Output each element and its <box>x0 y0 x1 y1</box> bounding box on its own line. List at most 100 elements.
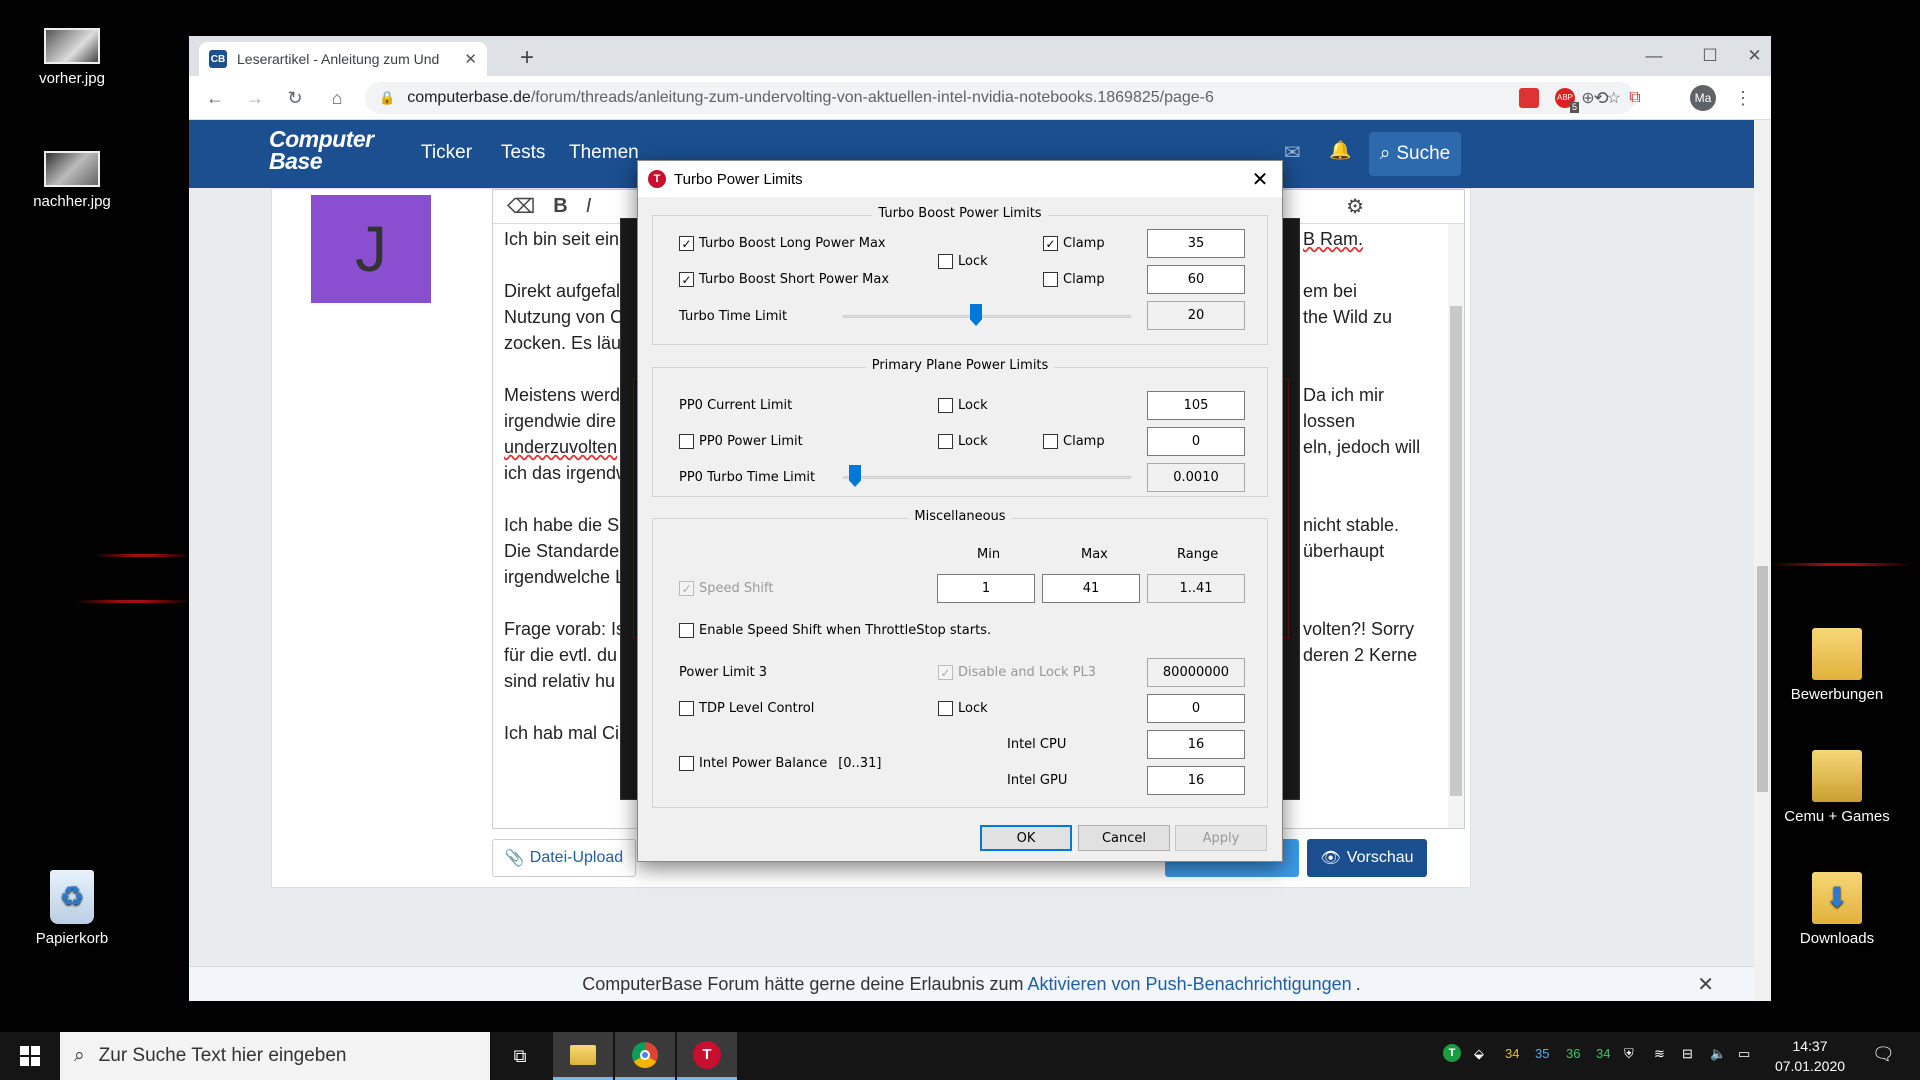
site-search-button[interactable]: ⌕ Suche <box>1369 132 1461 176</box>
bold-icon[interactable]: B <box>553 195 567 218</box>
home-button[interactable]: ⌂ <box>323 84 351 112</box>
back-button[interactable]: ← <box>201 84 229 112</box>
pp0-current-lock-checkbox[interactable]: Lock <box>938 398 988 413</box>
editor-scrollbar[interactable] <box>1448 224 1464 828</box>
cancel-button[interactable]: Cancel <box>1078 825 1170 851</box>
menu-kebab-icon[interactable]: ⋮ <box>1729 84 1757 112</box>
italic-icon[interactable]: I <box>586 195 592 218</box>
pdf-icon[interactable]: ⧉ <box>1625 88 1645 108</box>
ok-button[interactable]: OK <box>980 825 1072 851</box>
turbo-long-power-checkbox[interactable]: ✓ Turbo Boost Long Power Max <box>679 236 886 251</box>
pp0-turbo-time-slider[interactable] <box>843 463 1131 492</box>
logo-line2: Base <box>269 148 322 174</box>
browser-toolbar: ← → ↻ ⌂ 🔒 computerbase.de/forum/threads/… <box>189 76 1771 120</box>
bell-icon[interactable]: 🔔 <box>1329 140 1351 161</box>
temp-readout[interactable]: 34 <box>1505 1046 1519 1061</box>
nav-tests[interactable]: Tests <box>501 142 545 164</box>
maximize-button[interactable]: ☐ <box>1682 36 1738 76</box>
pp0-power-limit-checkbox[interactable]: PP0 Power Limit <box>679 434 803 449</box>
nav-ticker[interactable]: Ticker <box>421 142 472 164</box>
desktop-icon-recycle-bin[interactable]: ♻ Papierkorb <box>17 870 127 947</box>
reload-button[interactable]: ↻ <box>281 84 309 112</box>
turbo-time-limit-label: Turbo Time Limit <box>679 309 788 324</box>
history-icon[interactable]: ⟲ <box>1591 88 1611 108</box>
checkbox-box <box>938 434 953 449</box>
new-tab-button[interactable]: + <box>513 44 541 72</box>
turbo-short-power-checkbox[interactable]: ✓ Turbo Boost Short Power Max <box>679 272 889 287</box>
start-button[interactable] <box>0 1032 60 1080</box>
tdp-level-control-checkbox[interactable]: TDP Level Control <box>679 701 814 716</box>
browser-tab[interactable]: CB Leserartikel - Anleitung zum Und ✕ <box>199 42 487 76</box>
wifi-icon[interactable]: ≋ <box>1654 1046 1665 1062</box>
intel-cpu-input[interactable]: 16 <box>1147 730 1245 759</box>
temp-readout[interactable]: 36 <box>1566 1046 1580 1061</box>
volume-icon[interactable]: 🔈 <box>1710 1046 1726 1062</box>
taskbar-explorer[interactable] <box>553 1032 613 1080</box>
preview-button[interactable]: 👁 Vorschau <box>1307 839 1427 877</box>
page-scrollbar[interactable] <box>1754 120 1771 1001</box>
turbo-short-clamp-checkbox[interactable]: Clamp <box>1043 272 1105 287</box>
speed-shift-max-input[interactable]: 41 <box>1042 574 1140 603</box>
network-icon[interactable]: ⊟ <box>1682 1046 1693 1062</box>
turbo-long-value-input[interactable]: 35 <box>1147 229 1245 258</box>
dropbox-icon[interactable]: ⬙ <box>1474 1046 1484 1062</box>
desktop-icon-cemu-games[interactable]: Cemu + Games <box>1782 750 1892 825</box>
slider-thumb[interactable] <box>970 304 982 326</box>
checkbox-label: Lock <box>958 434 988 449</box>
pp0-power-input[interactable]: 0 <box>1147 427 1245 456</box>
profile-avatar[interactable]: Ma <box>1690 85 1716 111</box>
tdp-lock-checkbox[interactable]: Lock <box>938 701 988 716</box>
desktop-icon-downloads[interactable]: ⬇ Downloads <box>1782 872 1892 947</box>
minimize-button[interactable]: — <box>1626 36 1682 76</box>
settings-gear-icon[interactable]: ⚙ <box>1346 194 1364 219</box>
taskbar-clock[interactable]: 14:37 07.01.2020 <box>1762 1036 1858 1076</box>
desktop-icon-nachher[interactable]: nachher.jpg <box>17 151 127 210</box>
checkbox-box <box>679 623 694 638</box>
checkbox-label: Lock <box>958 701 988 716</box>
address-bar[interactable]: 🔒 computerbase.de/forum/threads/anleitun… <box>365 82 1635 114</box>
battery-icon[interactable]: ▭ <box>1738 1046 1750 1062</box>
taskbar-chrome[interactable] <box>615 1032 675 1080</box>
taskbar-throttlestop[interactable]: T <box>677 1032 737 1080</box>
eraser-icon[interactable]: ⌫ <box>507 194 535 219</box>
taskbar-search-box[interactable]: ⌕ Zur Suche Text hier eingeben <box>60 1032 490 1080</box>
pp0-power-lock-checkbox[interactable]: Lock <box>938 434 988 449</box>
task-view-button[interactable]: ⧉ <box>490 1032 550 1080</box>
pp0-power-clamp-checkbox[interactable]: Clamp <box>1043 434 1105 449</box>
notice-close-icon[interactable]: ✕ <box>1697 972 1714 997</box>
activate-push-link[interactable]: Aktivieren von Push-Benachrichtigungen <box>1028 974 1352 995</box>
temp-readout[interactable]: 35 <box>1535 1046 1549 1061</box>
slider-thumb[interactable] <box>849 465 861 487</box>
dialog-close-button[interactable]: ✕ <box>1248 167 1272 191</box>
tab-close-icon[interactable]: ✕ <box>464 50 477 68</box>
desktop-icon-label: Papierkorb <box>35 930 109 947</box>
turbo-short-value-input[interactable]: 60 <box>1147 265 1245 294</box>
throttlestop-tray-icon[interactable]: T <box>1443 1044 1461 1062</box>
intel-gpu-input[interactable]: 16 <box>1147 766 1245 795</box>
folder-icon <box>1812 628 1862 680</box>
editor-line-right: deren 2 Kerne <box>1303 645 1418 665</box>
desktop-icon-vorher[interactable]: vorher.jpg <box>17 28 127 87</box>
shield-icon[interactable]: ⛨ <box>1624 1046 1634 1062</box>
intel-power-balance-checkbox[interactable]: Intel Power Balance [0..31] <box>679 756 881 771</box>
file-upload-button[interactable]: 📎 Datei-Upload <box>492 839 636 877</box>
enable-speed-shift-checkbox[interactable]: Enable Speed Shift when ThrottleStop sta… <box>679 623 991 638</box>
extension-red-icon[interactable] <box>1519 88 1539 108</box>
speed-shift-min-input[interactable]: 1 <box>937 574 1035 603</box>
action-center-icon[interactable]: 🗨 <box>1872 1044 1895 1065</box>
desktop-icon-bewerbungen[interactable]: Bewerbungen <box>1782 628 1892 703</box>
turbo-time-limit-slider[interactable] <box>843 302 1131 331</box>
pp0-current-input[interactable]: 105 <box>1147 391 1245 420</box>
turbo-long-clamp-checkbox[interactable]: ✓ Clamp <box>1043 236 1105 251</box>
forward-button[interactable]: → <box>241 84 269 112</box>
user-avatar[interactable]: J <box>311 195 431 303</box>
nav-themen[interactable]: Themen <box>569 142 639 164</box>
computerbase-logo[interactable]: Computer Base <box>269 128 374 174</box>
temp-readout[interactable]: 34 <box>1596 1046 1610 1061</box>
editor-line: sind relativ hu <box>504 671 616 691</box>
turbo-lock-checkbox[interactable]: Lock <box>938 254 988 269</box>
mail-icon[interactable]: ✉ <box>1284 140 1301 165</box>
close-window-button[interactable]: ✕ <box>1738 36 1771 76</box>
adblock-icon[interactable]: ABP 5 <box>1555 88 1579 113</box>
tdp-value-input[interactable]: 0 <box>1147 694 1245 723</box>
